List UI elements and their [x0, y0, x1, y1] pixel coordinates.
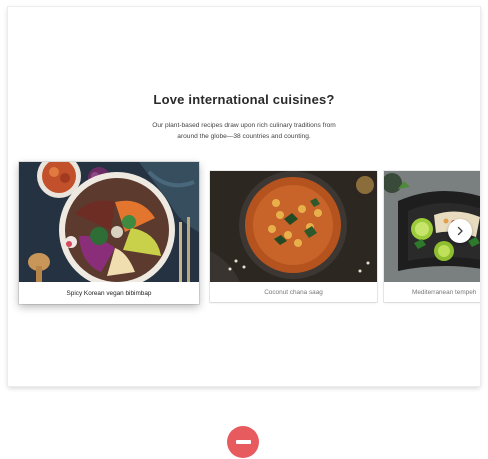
remove-button[interactable]	[227, 426, 259, 458]
recipe-caption-chana-saag: Coconut chana saag	[264, 289, 323, 296]
carousel-next-button[interactable]	[448, 219, 472, 243]
section-subtitle: Our plant-based recipes draw upon rich c…	[128, 121, 360, 142]
cuisines-card: Love international cuisines? Our plant-b…	[8, 7, 480, 386]
minus-icon	[235, 440, 251, 444]
bibimbap-photo	[19, 162, 199, 282]
recipe-card-bibimbap[interactable]: Spicy Korean vegan bibimbap	[19, 162, 199, 304]
recipe-caption-tempeh: Mediterranean tempeh	[412, 289, 477, 296]
page: Love international cuisines? Our plant-b…	[0, 0, 488, 459]
subtitle-line-2: around the globe—38 countries and counti…	[177, 132, 311, 140]
recipe-card-chana-saag[interactable]: Coconut chana saag	[210, 171, 377, 302]
section-headline: Love international cuisines?	[8, 92, 480, 107]
headline-prefix: Love	[153, 92, 189, 107]
recipe-caption-bibimbap: Spicy Korean vegan bibimbap	[66, 290, 152, 297]
subtitle-line-1: Our plant-based recipes draw upon rich c…	[152, 122, 336, 129]
headline-emphasis: international cuisines?	[188, 92, 335, 107]
chevron-right-icon	[457, 226, 463, 236]
chana-saag-photo	[210, 171, 377, 282]
